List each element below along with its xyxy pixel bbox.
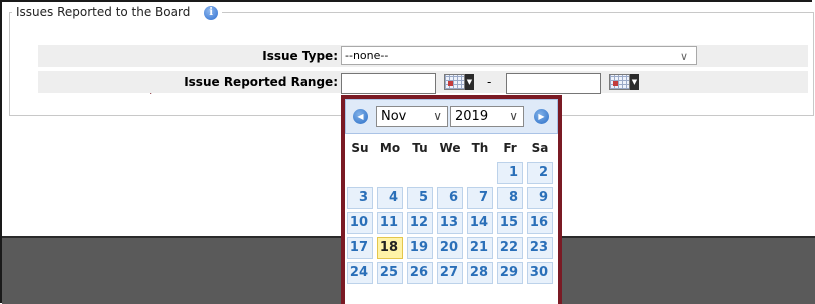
issue-type-value: --none-- [345, 49, 389, 62]
calendar-week: 24 25 26 27 28 29 30 [347, 262, 558, 284]
calendar-day[interactable]: 22 [497, 237, 523, 259]
range-separator: - [487, 75, 492, 89]
calendar-button-from[interactable]: ▼ [444, 74, 474, 91]
calendar-day[interactable]: 30 [527, 262, 553, 284]
calendar-days: 1 2 3 4 5 6 7 8 9 10 11 12 13 14 15 16 17 18 19 20 21 22 23 24 2… [345, 162, 558, 284]
fieldset-legend: Issues Reported to the Board i [12, 5, 222, 20]
calendar-icon [609, 74, 630, 90]
calendar-day[interactable]: 2 [527, 162, 553, 184]
calendar-day[interactable]: 1 [497, 162, 523, 184]
issue-type-row: Issue Type: --none-- ∨ [38, 45, 808, 67]
calendar-day[interactable]: 24 [347, 262, 373, 284]
prev-month-icon[interactable]: ◀ [353, 109, 368, 124]
calendar-day[interactable]: 19 [407, 237, 433, 259]
calendar-day[interactable]: 10 [347, 212, 373, 234]
calendar-empty-cell [347, 162, 373, 184]
calendar-day[interactable]: 20 [437, 237, 463, 259]
range-to-input[interactable] [506, 73, 601, 94]
calendar-day[interactable]: 8 [497, 187, 523, 209]
weekday-label: Su [351, 141, 369, 155]
calendar-day[interactable]: 29 [497, 262, 523, 284]
calendar-day[interactable]: 21 [467, 237, 493, 259]
dropdown-arrow-icon: ▼ [630, 74, 639, 90]
month-select[interactable]: Nov ∨ [376, 106, 448, 127]
calendar-week: 3456789 [347, 187, 558, 209]
calendar-day[interactable]: 6 [437, 187, 463, 209]
year-select[interactable]: 2019 ∨ [450, 106, 524, 127]
calendar-button-to[interactable]: ▼ [609, 74, 639, 91]
calendar-day[interactable]: 26 [407, 262, 433, 284]
calendar-week: 17 18 19 20 21 22 23 [347, 237, 558, 259]
issue-type-label: Issue Type: [262, 49, 338, 63]
info-icon[interactable]: i [204, 5, 219, 20]
calendar-day[interactable]: 23 [527, 237, 553, 259]
legend-text: Issues Reported to the Board [16, 5, 191, 19]
calendar-day[interactable]: 14 [467, 212, 493, 234]
calendar-week: 10 11 12 13 14 15 16 [347, 212, 558, 234]
calendar-day[interactable]: 17 [347, 237, 373, 259]
calendar-day[interactable]: 11 [377, 212, 403, 234]
next-month-icon[interactable]: ▶ [534, 109, 549, 124]
calendar-day[interactable]: 12 [407, 212, 433, 234]
month-value: Nov [381, 109, 407, 124]
calendar-day[interactable]: 4 [377, 187, 403, 209]
calendar-day[interactable]: 25 [377, 262, 403, 284]
issue-type-select[interactable]: --none-- ∨ [341, 46, 697, 65]
issue-range-label: Issue Reported Range: [184, 75, 338, 89]
calendar-empty-cell [467, 162, 493, 184]
weekday-label: Tu [412, 141, 428, 155]
chevron-down-icon: ∨ [433, 109, 442, 123]
chevron-down-icon: ∨ [679, 50, 688, 63]
weekday-label: Sa [531, 141, 549, 155]
dropdown-arrow-icon: ▼ [465, 74, 474, 90]
calendar-popup: ◀ Nov ∨ 2019 ∨ ▶ Su Mo Tu We Th Fr Sa 12… [341, 95, 562, 304]
calendar-day[interactable]: 9 [527, 187, 553, 209]
range-from-input[interactable] [341, 73, 436, 94]
calendar-day[interactable]: 7 [467, 187, 493, 209]
calendar-day[interactable]: 13 [437, 212, 463, 234]
weekday-label: We [439, 141, 461, 155]
calendar-day[interactable]: 3 [347, 187, 373, 209]
calendar-empty-cell [437, 162, 463, 184]
weekday-label: Fr [503, 141, 517, 155]
calendar-day[interactable]: 5 [407, 187, 433, 209]
calendar-day-today[interactable]: 18 [377, 237, 403, 259]
calendar-day[interactable]: 28 [467, 262, 493, 284]
calendar-day[interactable]: 27 [437, 262, 463, 284]
year-value: 2019 [455, 109, 489, 124]
calendar-week: 12 [347, 162, 558, 184]
chevron-down-icon: ∨ [509, 109, 518, 123]
weekday-header: Su Mo Tu We Th Fr Sa [345, 134, 558, 162]
calendar-day[interactable]: 15 [497, 212, 523, 234]
calendar-icon [444, 74, 465, 90]
calendar-empty-cell [377, 162, 403, 184]
calendar-body: ◀ Nov ∨ 2019 ∨ ▶ Su Mo Tu We Th Fr Sa 12… [345, 99, 558, 304]
calendar-day[interactable]: 16 [527, 212, 553, 234]
calendar-header: ◀ Nov ∨ 2019 ∨ ▶ [345, 99, 558, 134]
weekday-label: Th [471, 141, 489, 155]
weekday-label: Mo [379, 141, 401, 155]
calendar-empty-cell [407, 162, 433, 184]
issue-range-row: Issue Reported Range: ▼ - ▼ [38, 71, 808, 94]
